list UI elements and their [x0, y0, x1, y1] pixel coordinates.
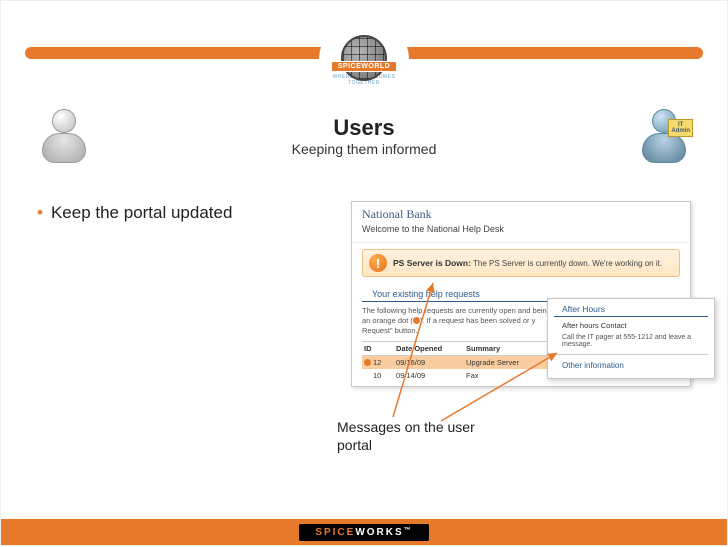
popup-text: Call the IT pager at 555-1212 and leave …: [554, 330, 708, 355]
slide-title: Users: [1, 115, 727, 141]
alert-body: The PS Server is currently down. We're w…: [473, 259, 662, 268]
orange-dot-icon: [413, 317, 420, 324]
it-badge-line2: Admin: [671, 128, 690, 134]
portal-brand: National Bank: [352, 202, 690, 224]
bullet-keep-portal-updated: Keep the portal updated: [37, 203, 232, 223]
alert-title: PS Server is Down:: [393, 258, 471, 268]
popup-heading: After Hours: [554, 299, 708, 317]
col-id: ID: [362, 344, 396, 353]
popup-subhead: After hours Contact: [554, 317, 708, 330]
callout-label: Messages on the user portal: [337, 419, 477, 454]
it-admin-icon: IT Admin: [637, 109, 691, 163]
it-admin-badge: IT Admin: [668, 119, 693, 137]
slide-subtitle: Keeping them informed: [1, 141, 727, 157]
row-dot-icon: [364, 359, 371, 366]
alert-icon: !: [369, 254, 387, 272]
portal-welcome: Welcome to the National Help Desk: [352, 224, 690, 243]
logo-brand-text: SPICEWORLD: [331, 61, 397, 72]
col-date: Date Opened: [396, 344, 466, 353]
globe-icon: [341, 35, 387, 81]
spiceworld-logo: SPICEWORLD WHERE IT ALL COMES TOGETHER: [319, 15, 409, 105]
footer-bar: SPICEWORKS™: [1, 519, 727, 545]
spiceworks-logo: SPICEWORKS™: [299, 524, 428, 541]
user-icon: [37, 109, 91, 163]
popup-heading-2: Other information: [554, 357, 708, 372]
after-hours-popup: After Hours After hours Contact Call the…: [547, 298, 715, 379]
portal-alert: ! PS Server is Down: The PS Server is cu…: [362, 249, 680, 277]
alert-text: PS Server is Down: The PS Server is curr…: [393, 258, 662, 268]
